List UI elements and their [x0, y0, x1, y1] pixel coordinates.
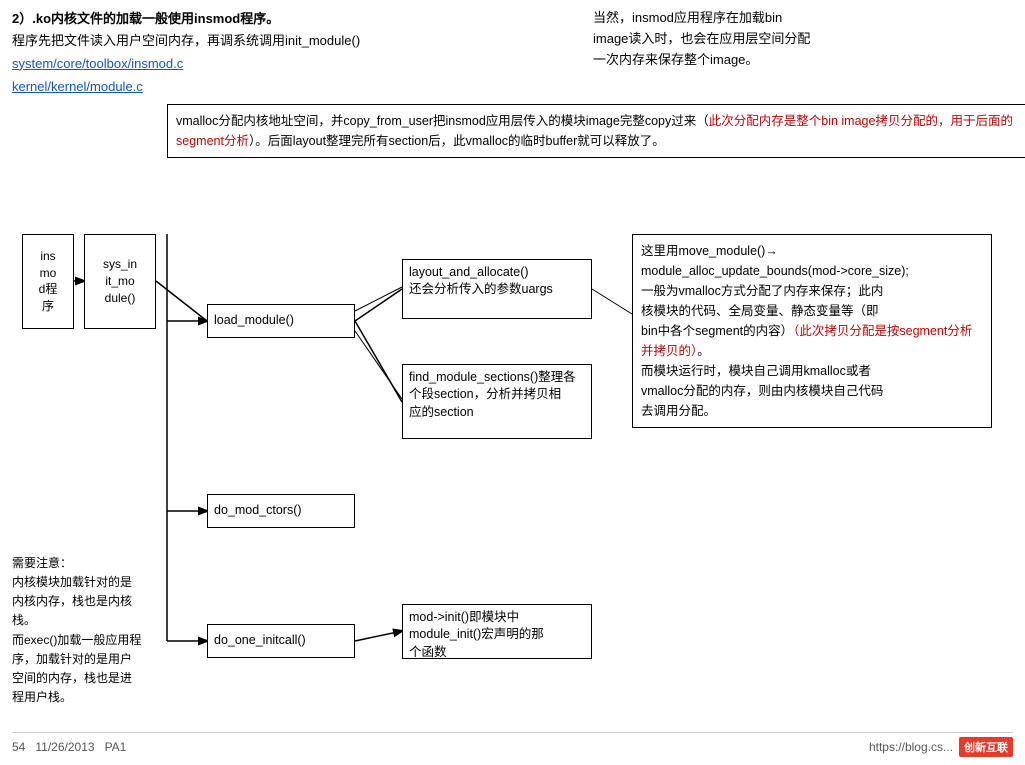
note-left: 需要注意： 内核模块加载针对的是 内核内存，栈也是内核 栈。 而exec()加载…: [12, 554, 167, 708]
move-line3: 一般为vmalloc方式分配了内存来保存；此内: [641, 284, 883, 298]
box-layout: layout_and_allocate() 还会分析传入的参数uargs: [402, 259, 592, 319]
link-module[interactable]: kernel/kernel/module.c: [12, 79, 492, 94]
layout-line1: layout_and_allocate(): [409, 265, 529, 279]
move-line8: vmalloc分配的内存，则由内核模块自己代码: [641, 384, 883, 398]
note-line6: 序，加载针对的是用户: [12, 652, 132, 666]
note-line2: 内核模块加载针对的是: [12, 575, 132, 589]
note-line1: 需要注意：: [12, 556, 72, 570]
page: 2）.ko内核文件的加载一般使用insmod程序。 程序先把文件读入用户空间内存…: [0, 0, 1025, 765]
box-move-module: 这里用move_module()→ module_alloc_update_bo…: [632, 234, 992, 428]
move-line5: bin中各个segment的内容）: [641, 324, 793, 338]
footer-page: 54: [12, 740, 25, 754]
do-one-label: do_one_initcall(): [214, 632, 306, 650]
footer-date: 11/26/2013: [35, 740, 94, 754]
find-line2: 个段section，分析并拷贝相: [409, 387, 561, 401]
logo-text: 创新互联: [964, 742, 1008, 754]
right-text1: 当然，insmod应用程序在加载bin: [593, 10, 782, 25]
note-line7: 空间的内存，栈也是进: [12, 671, 132, 685]
move-line1: 这里用move_module()→: [641, 244, 778, 258]
box-do-one-initcall: do_one_initcall(): [207, 624, 355, 658]
box-load-module: load_module(): [207, 304, 355, 338]
box-do-mod-ctors: do_mod_ctors(): [207, 494, 355, 528]
do-mod-label: do_mod_ctors(): [214, 502, 302, 520]
find-line3: 应的section: [409, 405, 474, 419]
box-insmod: insmod程序: [22, 234, 74, 329]
move-line4: 核模块的代码、全局变量、静态变量等（即: [641, 304, 879, 318]
footer-url: https://blog.cs...: [869, 740, 953, 754]
main-diagram: vmalloc分配内核地址空间，并copy_from_user把insmod应用…: [12, 104, 1013, 704]
footer-logo: https://blog.cs... 创新互联: [869, 737, 1013, 757]
header-left: 2）.ko内核文件的加载一般使用insmod程序。 程序先把文件读入用户空间内存…: [12, 8, 492, 94]
move-line6: 。: [697, 344, 710, 358]
load-module-label: load_module(): [214, 312, 294, 330]
sysinit-label: sys_init_module(): [103, 256, 137, 306]
logo-box: 创新互联: [959, 737, 1013, 757]
vmalloc-line1: vmalloc分配内核地址空间，并copy_from_user把insmod应用…: [176, 114, 709, 128]
right-text2: image读入时，也会在应用层空间分配: [593, 31, 810, 46]
vmalloc-box: vmalloc分配内核地址空间，并copy_from_user把insmod应用…: [167, 104, 1025, 158]
box-find-sections: find_module_sections()整理各 个段section，分析并拷…: [402, 364, 592, 439]
header-right: 当然，insmod应用程序在加载bin image读入时，也会在应用层空间分配 …: [593, 8, 1013, 94]
mod-init-line1: mod->init()即模块中: [409, 610, 519, 624]
note-line5: 而exec()加载一般应用程: [12, 633, 141, 647]
footer: 54 11/26/2013 PA1 https://blog.cs... 创新互…: [12, 732, 1013, 757]
header-desc: 程序先把文件读入用户空间内存，再调系统调用init_module(): [12, 31, 492, 52]
footer-left: 54 11/26/2013 PA1: [12, 740, 126, 754]
footer-label: PA1: [105, 740, 127, 754]
insmod-label: insmod程序: [39, 248, 58, 315]
box-mod-init: mod->init()即模块中 module_init()宏声明的那 个函数: [402, 604, 592, 659]
right-text3: 一次内存来保存整个image。: [593, 52, 758, 67]
mod-init-line2: module_init()宏声明的那: [409, 627, 544, 641]
box-sysinit: sys_init_module(): [84, 234, 156, 329]
note-line3: 内核内存，栈也是内核: [12, 594, 132, 608]
note-line8: 程用户栈。: [12, 690, 72, 704]
move-line2: module_alloc_update_bounds(mod->core_siz…: [641, 264, 909, 278]
find-line1: find_module_sections()整理各: [409, 370, 576, 384]
note-line4: 栈。: [12, 613, 36, 627]
vmalloc-line1-end: ）。后面layout整理完所有section后，此vmalloc的临时buffe…: [249, 134, 665, 148]
mod-init-line3: 个函数: [409, 645, 447, 659]
layout-line2: 还会分析传入的参数uargs: [409, 282, 553, 296]
move-line9: 去调用分配。: [641, 404, 716, 418]
header-section: 2）.ko内核文件的加载一般使用insmod程序。 程序先把文件读入用户空间内存…: [12, 8, 1013, 94]
link-insmod[interactable]: system/core/toolbox/insmod.c: [12, 56, 492, 71]
header-title: 2）.ko内核文件的加载一般使用insmod程序。: [12, 8, 492, 27]
move-line7: 而模块运行时，模块自己调用kmalloc或者: [641, 364, 871, 378]
